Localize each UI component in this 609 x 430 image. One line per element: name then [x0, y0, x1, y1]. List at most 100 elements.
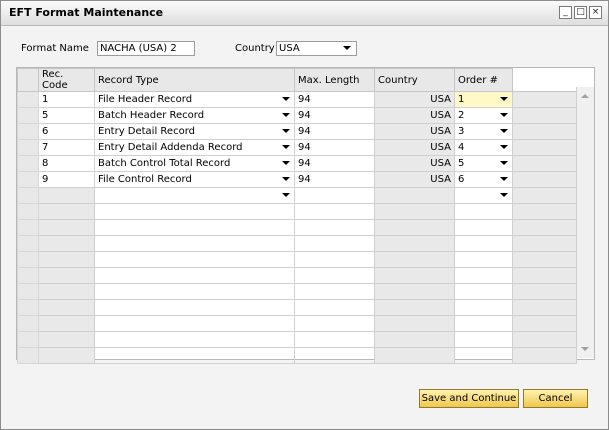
max-length-cell[interactable]: 94 — [294, 139, 375, 156]
rec-code-cell[interactable] — [38, 299, 95, 316]
maximize-icon[interactable]: □ — [574, 6, 587, 19]
record-type-cell[interactable] — [94, 219, 295, 236]
record-type-cell[interactable]: Batch Header Record — [94, 107, 295, 124]
record-type-cell[interactable]: Entry Detail Addenda Record — [94, 139, 295, 156]
record-type-cell[interactable]: Entry Detail Record — [94, 123, 295, 140]
chevron-down-icon[interactable] — [500, 145, 508, 149]
close-icon[interactable]: × — [589, 6, 602, 19]
max-length-cell[interactable] — [294, 299, 375, 316]
row-number-cell[interactable] — [17, 123, 39, 140]
row-number-cell[interactable] — [17, 219, 39, 236]
rec-code-cell[interactable] — [38, 187, 95, 204]
table-row[interactable] — [17, 251, 577, 268]
max-length-cell[interactable]: 94 — [294, 107, 375, 124]
minimize-icon[interactable]: _ — [559, 6, 572, 19]
record-type-cell[interactable] — [94, 235, 295, 252]
table-row[interactable] — [17, 219, 577, 236]
chevron-down-icon[interactable] — [500, 113, 508, 117]
rec-code-cell[interactable] — [38, 347, 95, 364]
cancel-button[interactable]: Cancel — [523, 389, 588, 408]
order-cell[interactable] — [454, 203, 513, 220]
order-cell[interactable]: 5 — [454, 155, 513, 172]
rec-code-cell[interactable]: 5 — [38, 107, 95, 124]
max-length-cell[interactable] — [294, 187, 375, 204]
table-row[interactable] — [17, 347, 577, 364]
row-number-cell[interactable] — [17, 107, 39, 124]
table-row[interactable] — [17, 283, 577, 300]
chevron-down-icon[interactable] — [500, 129, 508, 133]
order-cell[interactable] — [454, 251, 513, 268]
rec-code-cell[interactable]: 9 — [38, 171, 95, 188]
max-length-cell[interactable]: 94 — [294, 91, 375, 108]
order-cell[interactable]: 4 — [454, 139, 513, 156]
record-type-cell[interactable] — [94, 315, 295, 332]
order-cell[interactable] — [454, 331, 513, 348]
row-number-cell[interactable] — [17, 283, 39, 300]
record-type-cell[interactable] — [94, 187, 295, 204]
max-length-cell[interactable]: 94 — [294, 123, 375, 140]
chevron-down-icon[interactable] — [282, 97, 290, 101]
table-row[interactable] — [17, 203, 577, 220]
table-row[interactable]: 5 Batch Header Record 94 USA 2 — [17, 107, 577, 124]
max-length-cell[interactable] — [294, 235, 375, 252]
record-type-cell[interactable]: Batch Control Total Record — [94, 155, 295, 172]
rec-code-cell[interactable]: 8 — [38, 155, 95, 172]
order-cell[interactable] — [454, 299, 513, 316]
record-type-cell[interactable] — [94, 331, 295, 348]
table-row[interactable] — [17, 235, 577, 252]
chevron-down-icon[interactable] — [500, 177, 508, 181]
max-length-cell[interactable] — [294, 331, 375, 348]
chevron-down-icon[interactable] — [500, 193, 508, 197]
rec-code-cell[interactable] — [38, 235, 95, 252]
table-row[interactable] — [17, 315, 577, 332]
max-length-cell[interactable] — [294, 251, 375, 268]
rec-code-cell[interactable] — [38, 315, 95, 332]
table-row[interactable]: 8 Batch Control Total Record 94 USA 5 — [17, 155, 577, 172]
record-type-cell[interactable] — [94, 299, 295, 316]
row-number-cell[interactable] — [17, 347, 39, 364]
save-and-continue-button[interactable]: Save and Continue — [419, 389, 519, 408]
row-number-cell[interactable] — [17, 267, 39, 284]
col-header-country[interactable]: Country — [374, 68, 455, 92]
row-number-cell[interactable] — [17, 187, 39, 204]
row-number-cell[interactable] — [17, 331, 39, 348]
rec-code-cell[interactable] — [38, 219, 95, 236]
chevron-down-icon[interactable] — [282, 193, 290, 197]
max-length-cell[interactable] — [294, 315, 375, 332]
order-cell[interactable] — [454, 283, 513, 300]
record-type-cell[interactable] — [94, 251, 295, 268]
chevron-down-icon[interactable] — [282, 129, 290, 133]
chevron-down-icon[interactable] — [282, 145, 290, 149]
order-cell[interactable]: 1 — [454, 91, 513, 108]
order-cell[interactable]: 6 — [454, 171, 513, 188]
max-length-cell[interactable] — [294, 203, 375, 220]
row-number-cell[interactable] — [17, 171, 39, 188]
chevron-down-icon[interactable] — [500, 161, 508, 165]
order-cell[interactable] — [454, 315, 513, 332]
chevron-down-icon[interactable] — [500, 97, 508, 101]
row-number-cell[interactable] — [17, 203, 39, 220]
row-number-cell[interactable] — [17, 235, 39, 252]
table-row[interactable]: 7 Entry Detail Addenda Record 94 USA 4 — [17, 139, 577, 156]
col-header-order[interactable]: Order # — [454, 68, 513, 92]
rec-code-cell[interactable]: 6 — [38, 123, 95, 140]
row-number-cell[interactable] — [17, 91, 39, 108]
max-length-cell[interactable] — [294, 347, 375, 364]
table-row[interactable]: 6 Entry Detail Record 94 USA 3 — [17, 123, 577, 140]
chevron-down-icon[interactable] — [282, 177, 290, 181]
order-cell[interactable] — [454, 267, 513, 284]
scroll-down-icon[interactable] — [579, 343, 591, 355]
table-row[interactable]: 1 File Header Record 94 USA 1 — [17, 91, 577, 108]
table-row[interactable] — [17, 267, 577, 284]
max-length-cell[interactable] — [294, 283, 375, 300]
rec-code-cell[interactable]: 1 — [38, 91, 95, 108]
chevron-down-icon[interactable] — [343, 46, 351, 50]
table-row[interactable] — [17, 299, 577, 316]
table-row[interactable] — [17, 331, 577, 348]
rec-code-cell[interactable]: 7 — [38, 139, 95, 156]
record-type-cell[interactable] — [94, 283, 295, 300]
record-type-cell[interactable] — [94, 203, 295, 220]
order-cell[interactable] — [454, 219, 513, 236]
max-length-cell[interactable] — [294, 219, 375, 236]
rec-code-cell[interactable] — [38, 251, 95, 268]
